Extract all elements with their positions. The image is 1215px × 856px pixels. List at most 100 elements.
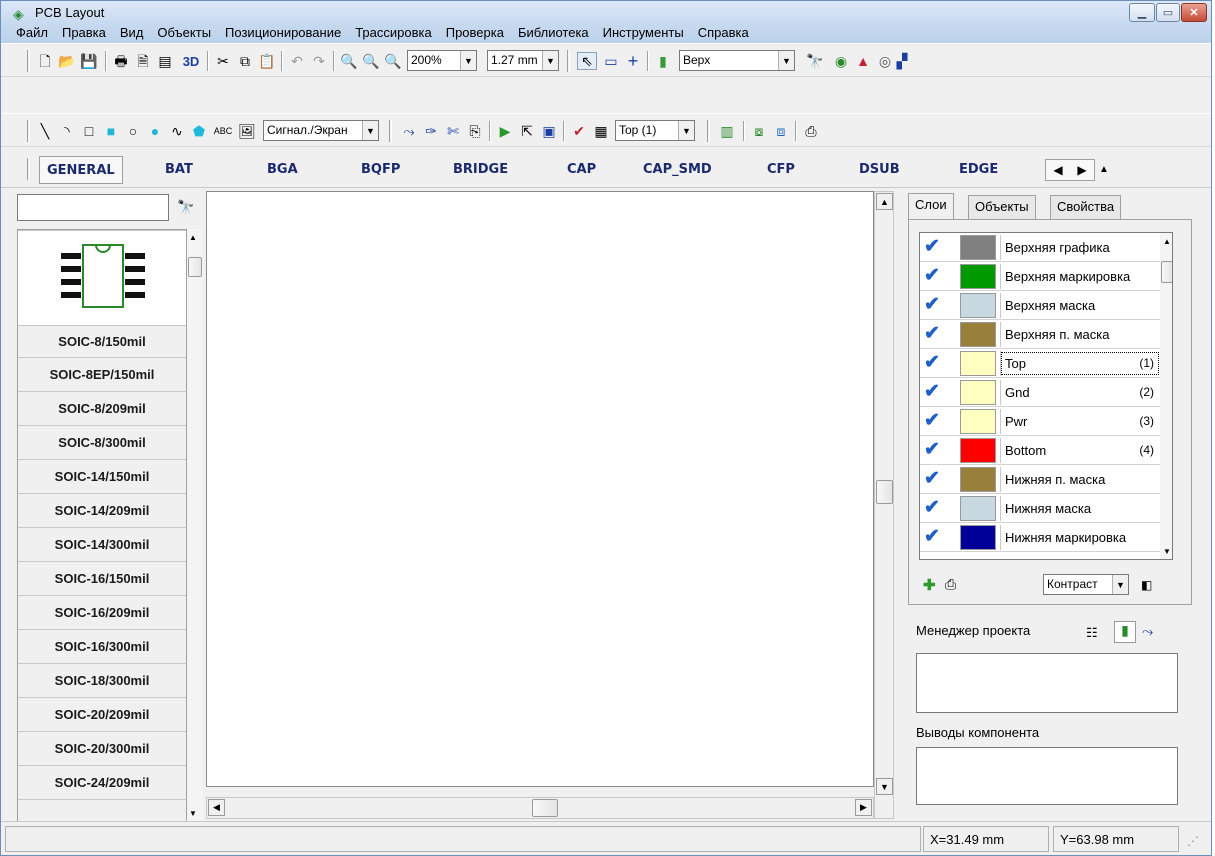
- check-icon[interactable]: ✔: [924, 324, 952, 344]
- layer-row[interactable]: ✔ Верхняя маска: [920, 291, 1172, 320]
- print-icon[interactable]: 🖶: [111, 52, 131, 70]
- tab-cap-smd[interactable]: CAP_SMD: [643, 162, 712, 177]
- list-item[interactable]: SOIC-8/209mil: [18, 392, 186, 426]
- layer-row[interactable]: ✔ Gnd (2): [920, 378, 1172, 407]
- check-icon[interactable]: ✔: [924, 440, 952, 460]
- layer-row[interactable]: ✔ Верхняя графика: [920, 233, 1172, 262]
- arrow-up-icon[interactable]: ▲: [1163, 237, 1171, 246]
- chevron-down-icon[interactable]: ▼: [460, 51, 476, 70]
- menu-placement[interactable]: Позиционирование: [218, 25, 348, 40]
- trace-filter-icon[interactable]: ⤳: [1142, 623, 1153, 640]
- properties-icon[interactable]: ⎙: [801, 122, 821, 140]
- via-icon[interactable]: ▲: [853, 52, 873, 70]
- layer-color-swatch[interactable]: [960, 264, 996, 289]
- erc-icon[interactable]: ▦: [591, 122, 611, 140]
- menu-tools[interactable]: Инструменты: [596, 25, 691, 40]
- menu-edit[interactable]: Правка: [55, 25, 113, 40]
- text-tool-icon[interactable]: ABC: [211, 122, 235, 140]
- pad-icon[interactable]: ◉: [831, 52, 851, 70]
- menu-library[interactable]: Библиотека: [511, 25, 596, 40]
- arrow-left-icon[interactable]: ◀: [1053, 163, 1062, 177]
- layer-color-swatch[interactable]: [960, 496, 996, 521]
- layer-color-swatch[interactable]: [960, 525, 996, 550]
- tab-cfp[interactable]: CFP: [767, 162, 795, 177]
- route-icon[interactable]: ▞: [895, 52, 909, 70]
- run-icon[interactable]: ▶: [495, 122, 515, 140]
- list-item[interactable]: SOIC-14/300mil: [18, 528, 186, 562]
- zoom-select[interactable]: 200% ▼: [407, 50, 477, 71]
- canvas-horizontal-scrollbar[interactable]: ◀ ▶: [206, 797, 874, 819]
- arrow-left-icon[interactable]: ◀: [208, 799, 225, 816]
- pcb-canvas[interactable]: [206, 191, 874, 787]
- trace-icon[interactable]: ⤳: [399, 122, 419, 140]
- list-item[interactable]: SOIC-24/209mil: [18, 766, 186, 800]
- layer-select[interactable]: Top (1) ▼: [615, 120, 695, 141]
- list-item[interactable]: SOIC-16/300mil: [18, 630, 186, 664]
- check-icon[interactable]: ✔: [924, 295, 952, 315]
- scroll-thumb[interactable]: [532, 799, 558, 817]
- list-item[interactable]: SOIC-14/209mil: [18, 494, 186, 528]
- arrow-down-icon[interactable]: ▼: [1163, 547, 1171, 556]
- paste-icon[interactable]: 📋: [257, 52, 277, 70]
- export-icon[interactable]: ⇱: [517, 122, 537, 140]
- layer-color-swatch[interactable]: [960, 380, 996, 405]
- layer-color-swatch[interactable]: [960, 438, 996, 463]
- pins-icon[interactable]: ⧈: [771, 122, 791, 140]
- list-item[interactable]: SOIC-16/150mil: [18, 562, 186, 596]
- arrow-down-icon[interactable]: ▼: [876, 778, 893, 795]
- split-trace-icon[interactable]: ✄: [443, 122, 463, 140]
- layer-row[interactable]: ✔ Pwr (3): [920, 407, 1172, 436]
- toolbar-grip[interactable]: [27, 50, 30, 72]
- menu-verify[interactable]: Проверка: [439, 25, 511, 40]
- list-item[interactable]: SOIC-8EP/150mil: [18, 358, 186, 392]
- layer-row[interactable]: ✔ Bottom (4): [920, 436, 1172, 465]
- contrast-select[interactable]: Контраст ▼: [1043, 574, 1129, 595]
- toolbar-grip[interactable]: [389, 120, 392, 142]
- arrow-down-icon[interactable]: ▼: [189, 809, 197, 818]
- chevron-down-icon[interactable]: ▼: [778, 51, 794, 70]
- check-icon[interactable]: ✔: [924, 498, 952, 518]
- zoom-out-icon[interactable]: 🔍: [361, 52, 381, 70]
- layer-row[interactable]: ✔ Верхняя маркировка: [920, 262, 1172, 291]
- tab-bridge[interactable]: BRIDGE: [453, 162, 508, 177]
- tab-dsub[interactable]: DSUB: [859, 162, 900, 177]
- component-list-scrollbar[interactable]: ▲ ▼: [187, 229, 203, 823]
- autoroute-icon[interactable]: ✑: [421, 122, 441, 140]
- chevron-down-icon[interactable]: ▼: [362, 121, 378, 140]
- list-item[interactable]: SOIC-16/209mil: [18, 596, 186, 630]
- side-select[interactable]: Верх ▼: [679, 50, 795, 71]
- layer-row[interactable]: ✔ Нижняя п. маска: [920, 465, 1172, 494]
- grid-select[interactable]: 1.27 mm ▼: [487, 50, 559, 71]
- menu-view[interactable]: Вид: [113, 25, 151, 40]
- open-folder-icon[interactable]: 📂: [57, 52, 77, 70]
- save-icon[interactable]: 💾: [79, 52, 99, 70]
- tab-bqfp[interactable]: BQFP: [361, 162, 400, 177]
- tab-objects[interactable]: Объекты: [968, 195, 1036, 219]
- view-3d-button[interactable]: 3D: [179, 52, 203, 70]
- circle-tool-icon[interactable]: ○: [123, 122, 143, 140]
- check-icon[interactable]: ✔: [924, 411, 952, 431]
- arrow-up-icon[interactable]: ▲: [189, 233, 197, 242]
- rectangle-tool-icon[interactable]: □: [79, 122, 99, 140]
- arrow-up-icon[interactable]: ▲: [876, 193, 893, 210]
- drc-icon[interactable]: ✔: [569, 122, 589, 140]
- select-pointer-icon[interactable]: ⇖: [577, 52, 597, 70]
- maximize-button[interactable]: ▭: [1156, 3, 1180, 22]
- list-item[interactable]: SOIC-8/150mil: [18, 326, 186, 358]
- component-filter-icon[interactable]: ▮: [1114, 621, 1136, 643]
- chevron-up-icon[interactable]: ▲: [1099, 164, 1109, 175]
- check-icon[interactable]: ✔: [924, 382, 952, 402]
- list-item[interactable]: SOIC-18/300mil: [18, 664, 186, 698]
- toolbar-grip[interactable]: [707, 120, 710, 142]
- tab-general[interactable]: GENERAL: [39, 156, 123, 184]
- polyline-tool-icon[interactable]: ∿: [167, 122, 187, 140]
- check-icon[interactable]: ✔: [924, 469, 952, 489]
- add-layer-icon[interactable]: ✚: [923, 576, 936, 594]
- check-icon[interactable]: ✔: [924, 266, 952, 286]
- layer-color-swatch[interactable]: [960, 293, 996, 318]
- tab-layers[interactable]: Слои: [908, 193, 954, 221]
- component-search-input[interactable]: [17, 194, 169, 221]
- net-icon[interactable]: ⎘: [465, 122, 485, 140]
- filled-circle-icon[interactable]: ●: [145, 122, 165, 140]
- layer-color-swatch[interactable]: [960, 467, 996, 492]
